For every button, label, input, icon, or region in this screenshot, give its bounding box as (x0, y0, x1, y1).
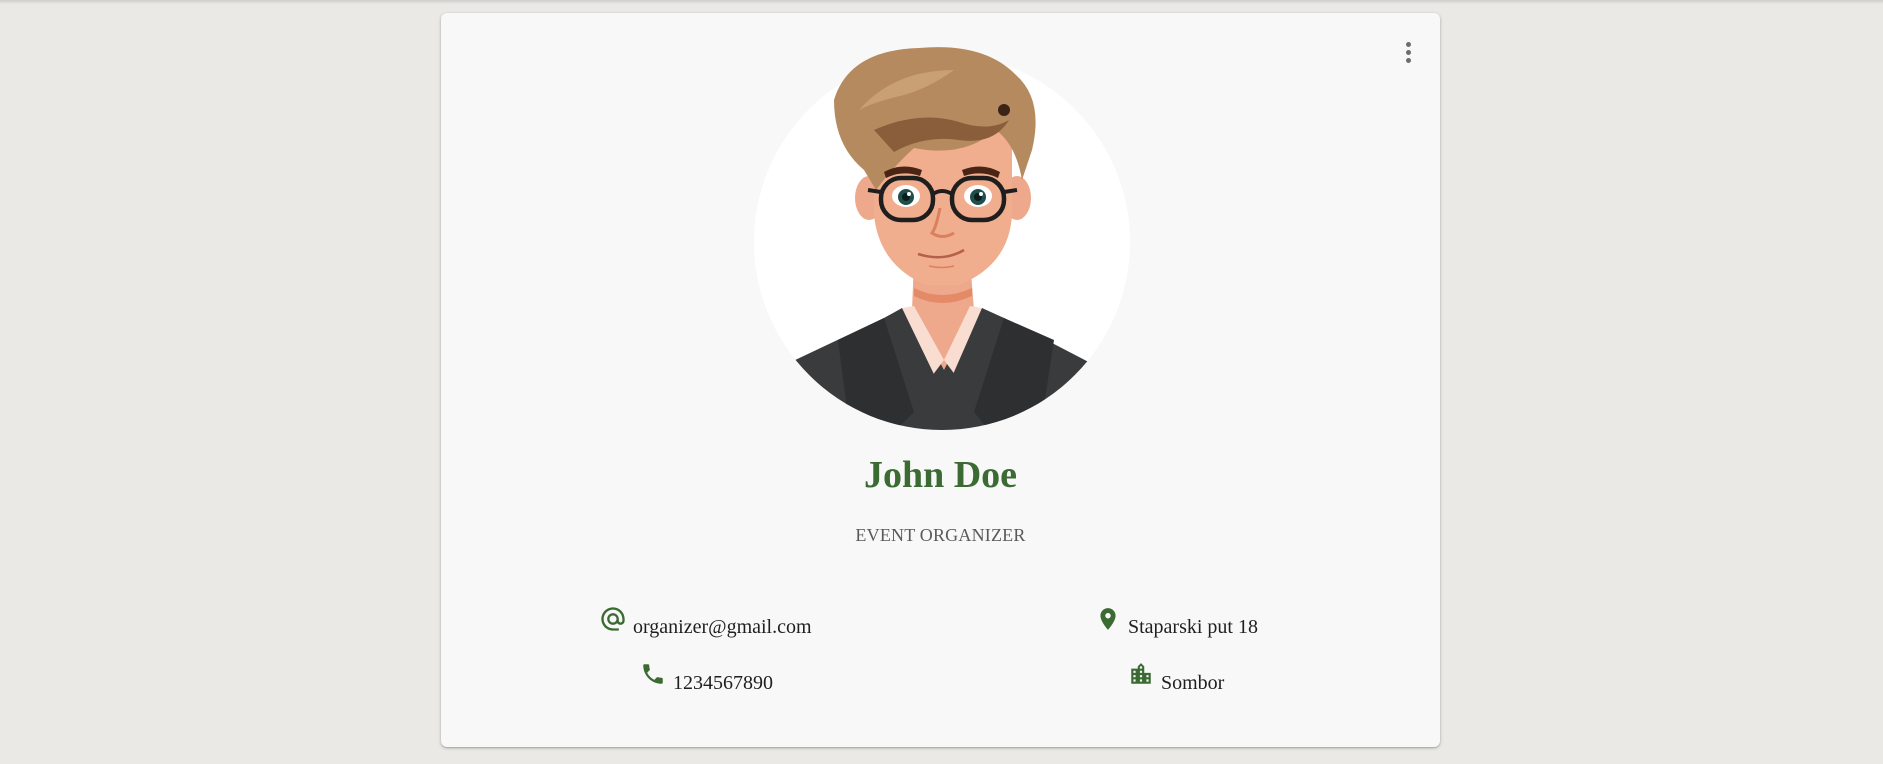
more-options-button[interactable] (1398, 37, 1418, 67)
contact-phone: 1234567890 (639, 664, 773, 695)
contact-email: organizer@gmail.com (599, 607, 812, 639)
profile-card: John Doe EVENT ORGANIZER organizer@gmail… (441, 13, 1440, 747)
email-text: organizer@gmail.com (633, 616, 812, 638)
phone-text: 1234567890 (673, 672, 773, 694)
profile-role: EVENT ORGANIZER (855, 525, 1026, 545)
contact-address: Staparski put 18 (1094, 608, 1258, 639)
profile-name: John Doe (863, 454, 1018, 496)
location-pin-icon (1094, 605, 1122, 633)
address-text: Staparski put 18 (1128, 616, 1258, 638)
menu-dot (1405, 57, 1411, 63)
avatar-illustration (754, 47, 1130, 430)
city-text: Sombor (1161, 672, 1225, 694)
city-icon (1127, 661, 1155, 689)
avatar (754, 40, 1130, 432)
contact-city: Sombor (1127, 663, 1225, 695)
menu-dot (1405, 41, 1411, 47)
phone-icon (639, 661, 667, 689)
top-shadow (0, 0, 1883, 4)
menu-dot (1405, 49, 1411, 55)
at-sign-icon (599, 605, 627, 633)
